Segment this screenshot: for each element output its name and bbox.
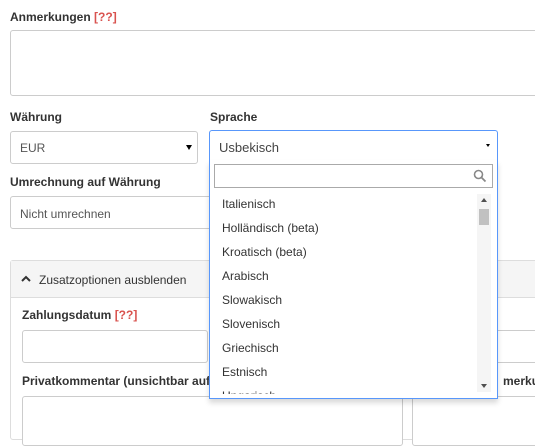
notes-textarea[interactable]: [10, 30, 535, 96]
language-select[interactable]: Usbekisch: [209, 130, 498, 161]
right-notes-label: merku: [503, 374, 535, 388]
dropdown-option[interactable]: Kroatisch (beta): [222, 245, 307, 259]
currency-select[interactable]: EUR: [10, 131, 198, 164]
dropdown-scrollbar[interactable]: [477, 194, 491, 392]
conversion-value: Nicht umrechnen: [20, 207, 111, 221]
dropdown-option[interactable]: Estnisch: [222, 365, 267, 379]
payment-date-label: Zahlungsdatum [??]: [22, 308, 137, 322]
panel-toggle-label[interactable]: Zusatzoptionen ausblenden: [39, 273, 186, 287]
language-dropdown: Italienisch Holländisch (beta) Kroatisch (…: [209, 160, 498, 399]
dropdown-option[interactable]: Slowakisch: [222, 293, 282, 307]
scroll-up-arrow-icon[interactable]: [481, 198, 487, 202]
notes-missing-marker: [??]: [94, 10, 117, 24]
notes-label: Anmerkungen [??]: [10, 10, 117, 24]
caret-down-icon: [186, 145, 192, 150]
dropdown-option[interactable]: Ungarisch: [222, 389, 276, 394]
secondary-textarea[interactable]: [412, 396, 535, 446]
dropdown-option[interactable]: Griechisch: [222, 341, 279, 355]
conversion-select[interactable]: Nicht umrechnen: [10, 196, 220, 229]
private-comment-textarea[interactable]: [22, 396, 403, 446]
scrollbar-thumb[interactable]: [479, 209, 489, 225]
dropdown-option[interactable]: Italienisch: [222, 197, 275, 211]
payment-date-input[interactable]: [22, 330, 208, 363]
dropdown-option-list: Italienisch Holländisch (beta) Kroatisch (…: [210, 160, 477, 394]
notes-label-text: Anmerkungen: [10, 10, 91, 24]
dropdown-option[interactable]: Holländisch (beta): [222, 221, 319, 235]
caret-down-icon: [486, 144, 490, 147]
currency-label: Währung: [10, 110, 62, 124]
conversion-label: Umrechnung auf Währung: [10, 175, 161, 189]
currency-value: EUR: [20, 141, 46, 155]
chevron-up-icon: [21, 275, 31, 282]
language-value: Usbekisch: [219, 140, 279, 155]
private-comment-label: Privatkommentar (unsichtbar auf: [22, 374, 211, 388]
language-label: Sprache: [210, 110, 258, 124]
scroll-down-arrow-icon[interactable]: [481, 384, 487, 388]
payment-date-missing-marker: [??]: [114, 308, 138, 322]
dropdown-option[interactable]: Slovenisch: [222, 317, 280, 331]
dropdown-option[interactable]: Arabisch: [222, 269, 269, 283]
payment-date-label-text: Zahlungsdatum: [22, 308, 112, 322]
